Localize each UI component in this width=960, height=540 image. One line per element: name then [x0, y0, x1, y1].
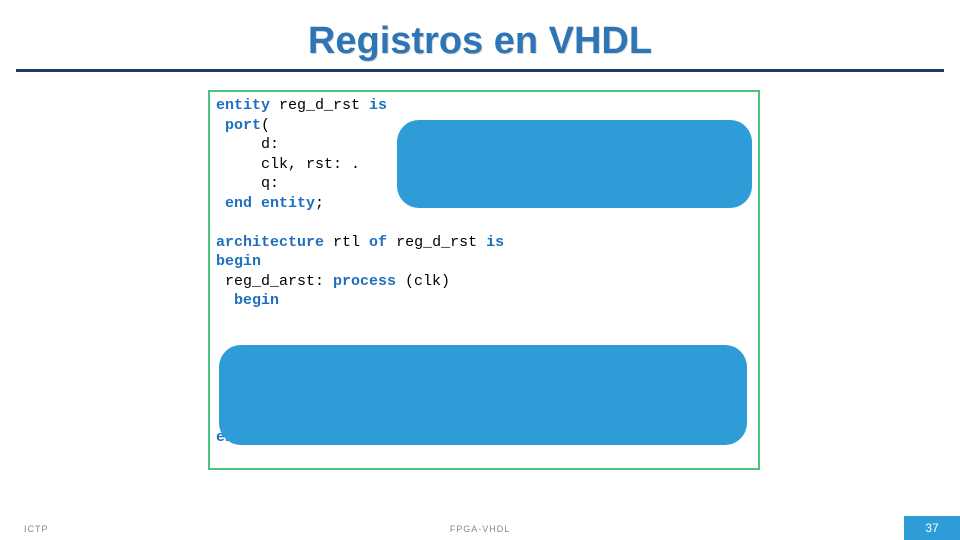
- keyword: begin: [216, 253, 261, 270]
- code-text: (: [261, 117, 270, 134]
- code-text: reg_d_arst:: [216, 273, 333, 290]
- code-text: d:: [216, 136, 360, 153]
- keyword: begin: [216, 292, 279, 309]
- keyword: entity: [216, 97, 270, 114]
- keyword: is: [486, 234, 504, 251]
- title-underline: [16, 69, 944, 72]
- code-line: begin: [216, 291, 752, 311]
- footer-center: FPGA-VHDL: [450, 524, 511, 534]
- code-text: reg_d_rst: [270, 97, 369, 114]
- code-line: architecture rtl of reg_d_rst is: [216, 233, 752, 253]
- footer: ICTP FPGA-VHDL 37: [0, 514, 960, 540]
- code-text: reg_d_rst: [387, 234, 486, 251]
- code-line: reg_d_arst: process (clk): [216, 272, 752, 292]
- slide: Registros en VHDL entity reg_d_rst is po…: [0, 0, 960, 540]
- footer-left: ICTP: [24, 524, 49, 534]
- hidden-line: [216, 311, 752, 331]
- redaction-mask: [219, 345, 747, 445]
- page-title: Registros en VHDL: [0, 0, 960, 69]
- code-text: clk, rst: .: [216, 156, 360, 173]
- code-line: entity reg_d_rst is: [216, 96, 752, 116]
- keyword: end entity: [216, 195, 315, 212]
- keyword: architecture: [216, 234, 324, 251]
- code-text: rtl: [324, 234, 369, 251]
- code-line: begin: [216, 252, 752, 272]
- keyword: process: [333, 273, 396, 290]
- keyword: port: [216, 117, 261, 134]
- redaction-mask: [397, 120, 752, 208]
- code-text: q:: [216, 175, 360, 192]
- page-number: 37: [904, 516, 960, 540]
- blank-line: [216, 213, 752, 233]
- keyword: is: [369, 97, 387, 114]
- code-text: (clk): [396, 273, 450, 290]
- code-text: ;: [315, 195, 324, 212]
- keyword: of: [369, 234, 387, 251]
